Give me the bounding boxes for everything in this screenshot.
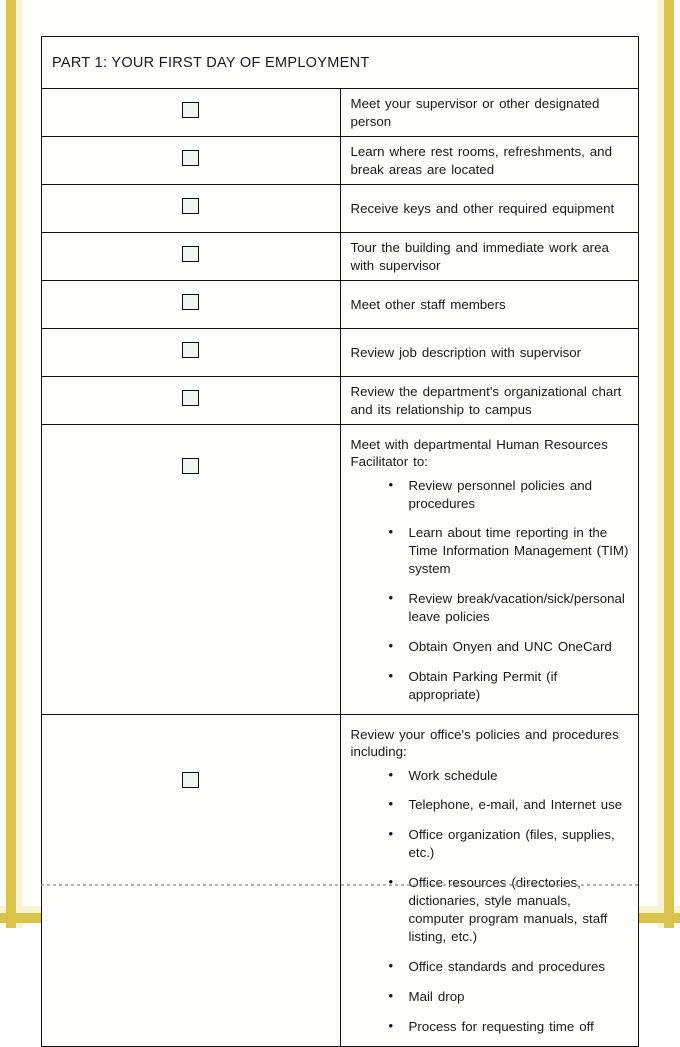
list-item: Office organization (files, supplies, et… [389,825,631,862]
table-header-row: PART 1: YOUR FIRST DAY OF EMPLOYMENT [41,36,639,89]
checkbox-cell[interactable] [41,88,341,137]
task-cell: Tour the building and immediate work are… [339,232,639,281]
list-item: Telephone, e-mail, and Internet use [389,795,631,814]
checkbox-icon[interactable] [182,294,200,310]
task-cell: Receive keys and other required equipmen… [339,184,639,233]
task-label: Receive keys and other required equipmen… [350,200,615,216]
task-label: Meet other staff members [350,296,506,312]
page-border-left [6,0,16,928]
table-row: Review job description with supervisor [41,328,639,377]
page-title: PART 1: YOUR FIRST DAY OF EMPLOYMENT [52,54,370,71]
checkbox-icon[interactable] [182,102,200,118]
table-row: Meet with departmental Human Resources F… [41,424,639,715]
checkbox-icon[interactable] [182,246,200,262]
task-cell: Meet other staff members [339,280,639,329]
checkbox-cell[interactable] [41,328,341,377]
task-cell: Learn where rest rooms, refreshments, an… [339,136,639,185]
table-row: Meet your supervisor or other designated… [41,88,639,137]
task-label: Review your office's policies and proced… [350,726,619,760]
checkbox-cell[interactable] [41,280,341,329]
list-item: Review personnel policies and procedures [389,476,631,513]
task-cell: Review the department's organizational c… [339,376,639,425]
checkbox-cell[interactable] [41,232,341,281]
page-border-accent-left-soft [16,0,22,928]
checkbox-icon[interactable] [182,198,200,214]
subtask-list: Work schedule Telephone, e-mail, and Int… [351,766,631,1036]
checkbox-cell[interactable] [41,713,341,1047]
section-header-cell: PART 1: YOUR FIRST DAY OF EMPLOYMENT [41,36,639,89]
task-cell: Review job description with supervisor [339,328,639,377]
list-item: Obtain Parking Permit (if appropriate) [389,667,631,704]
task-label: Review the department's organizational c… [350,383,622,417]
checklist-body: PART 1: YOUR FIRST DAY OF EMPLOYMENT Mee… [41,36,639,1047]
list-item: Work schedule [389,766,631,785]
table-row: Tour the building and immediate work are… [41,232,639,281]
checkbox-icon[interactable] [182,342,200,358]
list-item: Mail drop [389,987,631,1006]
task-cell: Meet your supervisor or other designated… [339,88,639,137]
checkbox-icon[interactable] [182,458,200,474]
list-item: Office standards and procedures [389,957,631,976]
list-item: Learn about time reporting in the Time I… [389,523,631,578]
checkbox-cell[interactable] [41,184,341,233]
page-border-right [664,0,674,928]
table-row: Learn where rest rooms, refreshments, an… [41,136,639,185]
checkbox-cell[interactable] [41,424,341,715]
task-label: Review job description with supervisor [350,344,582,360]
page-crop-edge [41,884,639,886]
subtask-list: Review personnel policies and procedures… [351,476,631,704]
table-row: Receive keys and other required equipmen… [41,184,639,233]
table-row: Meet other staff members [41,280,639,329]
task-label: Meet with departmental Human Resources F… [350,437,608,470]
table-row: Review your office's policies and proced… [41,713,639,1047]
task-label: Learn where rest rooms, refreshments, an… [350,143,612,177]
checkbox-icon[interactable] [182,150,200,166]
task-cell: Meet with departmental Human Resources F… [339,424,639,715]
checkbox-cell[interactable] [41,136,341,185]
list-item: Obtain Onyen and UNC OneCard [389,637,631,656]
checklist-table: PART 1: YOUR FIRST DAY OF EMPLOYMENT Mee… [41,36,639,1047]
checkbox-cell[interactable] [41,376,341,425]
checkbox-icon[interactable] [182,771,200,788]
list-item: Review break/vacation/sick/personal leav… [389,589,631,626]
table-row: Review the department's organizational c… [41,376,639,425]
checkbox-icon[interactable] [182,390,200,406]
task-label: Tour the building and immediate work are… [350,239,609,273]
task-label: Meet your supervisor or other designated… [350,95,600,129]
task-cell: Review your office's policies and proced… [339,713,639,1047]
list-item: Process for requesting time off [389,1017,631,1036]
